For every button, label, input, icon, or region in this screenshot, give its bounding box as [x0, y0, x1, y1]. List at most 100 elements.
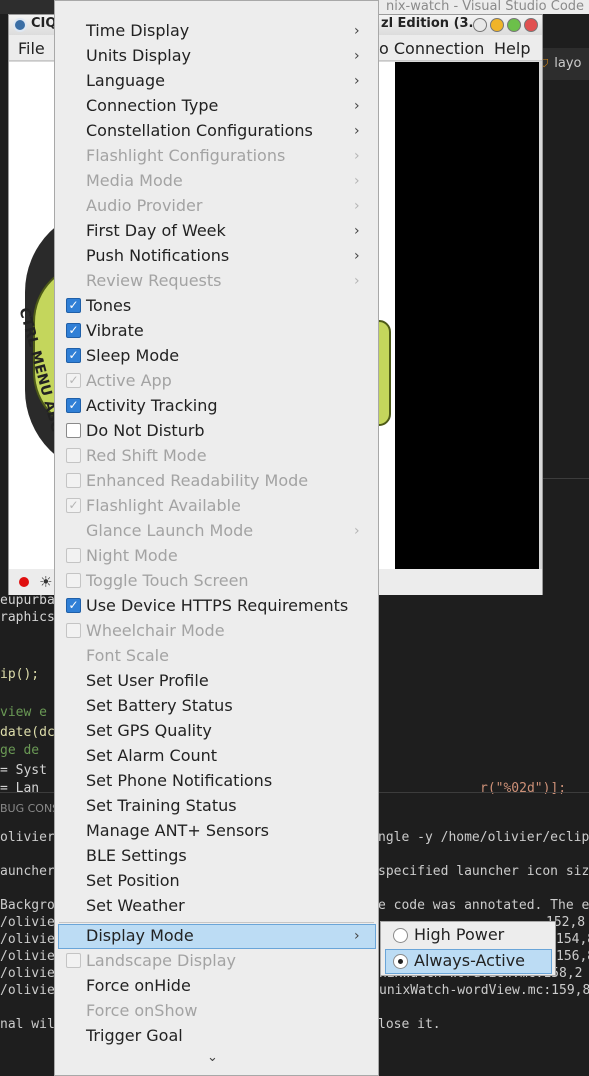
menu-item-set-position[interactable]: Set Position [55, 869, 378, 894]
menu-item-label: Toggle Touch Screen [86, 571, 249, 590]
menu-item-set-training-status[interactable]: Set Training Status [55, 794, 378, 819]
radio-selected-icon[interactable] [393, 954, 408, 969]
menu-item-do-not-disturb[interactable]: Do Not Disturb [55, 419, 378, 444]
terminal-line: /olivie [0, 966, 55, 981]
vscode-editor-tab[interactable]: ⛉ layo [540, 48, 589, 80]
menu-item-glance-launch-mode: Glance Launch Mode › [55, 519, 378, 544]
menu-item-push-notifications[interactable]: Push Notifications › [55, 244, 378, 269]
checkbox-unchecked-icon[interactable] [66, 423, 81, 438]
checkbox-checked-icon[interactable]: ✓ [66, 298, 81, 313]
menu-item-set-user-profile[interactable]: Set User Profile [55, 669, 378, 694]
menu-item-display-mode[interactable]: Display Mode › [58, 924, 376, 949]
menu-item-language[interactable]: Language › [55, 69, 378, 94]
menu-item-label: Set Phone Notifications [86, 771, 273, 790]
shade-button[interactable] [473, 18, 487, 32]
menu-item-set-gps-quality[interactable]: Set GPS Quality [55, 719, 378, 744]
terminal-line: ngle -y /home/olivier/eclip [378, 830, 589, 845]
menu-item-set-battery-status[interactable]: Set Battery Status [55, 694, 378, 719]
menu-item-force-onhide[interactable]: Force onHide [55, 974, 378, 999]
menu-item-label: Set Position [86, 871, 180, 890]
checkbox-checked-icon[interactable]: ✓ [66, 398, 81, 413]
minimize-button[interactable] [490, 18, 504, 32]
menu-item-label: Set Weather [86, 896, 185, 915]
menu-item-landscape-display: Landscape Display [55, 949, 378, 974]
menu-item-units-display[interactable]: Units Display › [55, 44, 378, 69]
menu-item-label: Language [86, 71, 165, 90]
chevron-right-icon: › [354, 273, 360, 289]
menu-item-label: Wheelchair Mode [86, 621, 225, 640]
menu-item-label: Set Training Status [86, 796, 237, 815]
menu-item-label: Units Display [86, 46, 191, 65]
record-icon[interactable] [19, 577, 29, 587]
screen: nix-watch - Visual Studio Code ⛉ layo eup… [0, 0, 589, 1076]
vscode-window-title: nix-watch - Visual Studio Code [378, 0, 589, 14]
menu-item-label: Connection Type [86, 96, 219, 115]
menu-file[interactable]: File [18, 39, 45, 58]
menu-item-ble-settings[interactable]: BLE Settings [55, 844, 378, 869]
submenu-item-label: Always-Active [414, 951, 525, 970]
chevron-down-icon[interactable]: ⌄ [207, 1050, 218, 1065]
menu-item-label: Do Not Disturb [86, 421, 205, 440]
menu-item-force-onshow: Force onShow [55, 999, 378, 1024]
menu-item-activity-tracking[interactable]: ✓ Activity Tracking [55, 394, 378, 419]
sun-icon[interactable]: ☀ [39, 574, 52, 590]
menu-item-connection-type[interactable]: Connection Type › [55, 94, 378, 119]
menu-item-label: First Day of Week [86, 221, 226, 240]
menu-item-trigger-goal[interactable]: Trigger Goal [55, 1024, 378, 1049]
menu-item-active-app: ✓ Active App [55, 369, 378, 394]
menu-help[interactable]: Help [494, 39, 530, 58]
debug-console-tab[interactable]: BUG CONS [0, 802, 59, 815]
checkbox-unchecked-icon [66, 573, 81, 588]
menu-item-label: Night Mode [86, 546, 178, 565]
vscode-editor-area [540, 80, 589, 136]
menu-item-time-display[interactable]: Time Display › [55, 19, 378, 44]
menu-item-first-day-of-week[interactable]: First Day of Week › [55, 219, 378, 244]
menu-item-label: Media Mode [86, 171, 183, 190]
menu-item-use-device-https-requirements[interactable]: ✓ Use Device HTTPS Requirements [55, 594, 378, 619]
menu-item-label: Set Alarm Count [86, 746, 218, 765]
menu-item-label: Tones [86, 296, 132, 315]
menu-item-sleep-mode[interactable]: ✓ Sleep Mode [55, 344, 378, 369]
checkbox-checked-icon[interactable]: ✓ [66, 598, 81, 613]
menu-item-label: Sleep Mode [86, 346, 180, 365]
menu-item-font-scale: Font Scale [55, 644, 378, 669]
chevron-right-icon: › [354, 928, 360, 944]
chevron-right-icon: › [354, 198, 360, 214]
terminal-line: /olivie [0, 949, 55, 964]
menu-item-set-weather[interactable]: Set Weather [55, 894, 378, 919]
menu-item-manage-ant-sensors[interactable]: Manage ANT+ Sensors [55, 819, 378, 844]
menu-item-label: Vibrate [86, 321, 144, 340]
menu-item-set-phone-notifications[interactable]: Set Phone Notifications [55, 769, 378, 794]
submenu-item-label: High Power [414, 925, 505, 944]
checkbox-checked-icon[interactable]: ✓ [66, 323, 81, 338]
terminal-line: olivier [0, 830, 55, 845]
maximize-button[interactable] [507, 18, 521, 32]
menu-item-tones[interactable]: ✓ Tones [55, 294, 378, 319]
menu-item-label: Active App [86, 371, 172, 390]
menu-item-label: Trigger Goal [86, 1026, 183, 1045]
menu-item-label: Flashlight Available [86, 496, 241, 515]
simulator-title: CIQ [31, 16, 57, 31]
checkbox-checked-icon: ✓ [66, 498, 81, 513]
watch-screen [395, 62, 539, 569]
close-button[interactable] [524, 18, 538, 32]
chevron-right-icon: › [354, 173, 360, 189]
menu-item-wheelchair-mode: Wheelchair Mode [55, 619, 378, 644]
menu-item-label: Landscape Display [86, 951, 237, 970]
submenu-item-high-power[interactable]: High Power [381, 923, 555, 948]
menu-item-set-alarm-count[interactable]: Set Alarm Count [55, 744, 378, 769]
chevron-right-icon: › [354, 48, 360, 64]
menu-item-flashlight-configurations: Flashlight Configurations › [55, 144, 378, 169]
menu-item-label: Set GPS Quality [86, 721, 212, 740]
submenu-item-always-active[interactable]: Always-Active [385, 949, 552, 974]
code-line: raphics [0, 610, 55, 625]
display-mode-submenu: High Power Always-Active [380, 921, 556, 976]
terminal-line: 156,8 [556, 949, 589, 964]
radio-unselected-icon[interactable] [393, 928, 408, 943]
menu-item-night-mode: Night Mode [55, 544, 378, 569]
menu-connection[interactable]: o Connection [379, 39, 484, 58]
terminal-line: /olivie [0, 915, 55, 930]
checkbox-checked-icon[interactable]: ✓ [66, 348, 81, 363]
menu-item-constellation-configurations[interactable]: Constellation Configurations › [55, 119, 378, 144]
menu-item-vibrate[interactable]: ✓ Vibrate [55, 319, 378, 344]
